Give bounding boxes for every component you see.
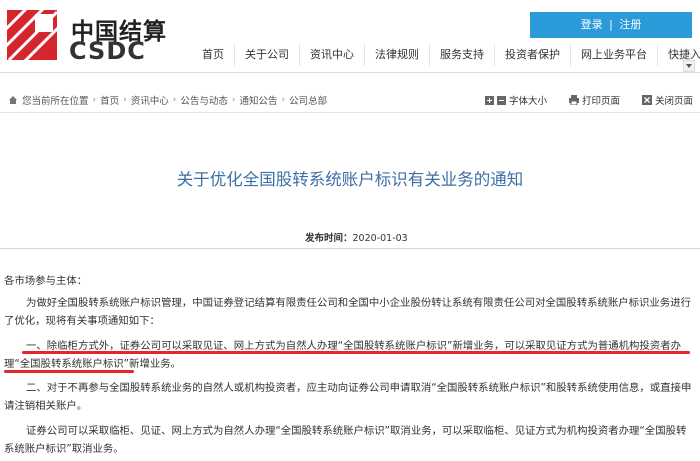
font-size-label[interactable]: 字体大小 bbox=[509, 93, 547, 107]
chevron-down-icon[interactable] bbox=[683, 60, 695, 72]
article-paragraph-item-2-detail: 证券公司可以采取临柜、见证、网上方式为自然人办理“全国股转系统账户标识”取消业务… bbox=[4, 425, 687, 455]
logo-english-text: CSDC bbox=[69, 37, 146, 65]
breadcrumb-separator: › bbox=[281, 95, 286, 105]
breadcrumb-prefix: 您当前所在位置 bbox=[22, 96, 89, 107]
article-paragraph-item-2: 二、对于不再参与全国股转系统业务的自然人或机构投资者，应主动向证券公司申请取消“… bbox=[4, 382, 692, 412]
breadcrumb: 您当前所在位置 › 首页 › 资讯中心 › 公告与动态 › 通知公告 › 公司总… bbox=[8, 93, 327, 107]
article-paragraph-intro: 为做好全国股转系统账户标识管理，中国证券登记结算有限责任公司和全国中小企业股份转… bbox=[4, 297, 691, 327]
article-paragraph-item-1: 一、除临柜方式外，证券公司可以采取见证、网上方式为自然人办理“全国股转系统账户标… bbox=[4, 340, 681, 370]
content-divider bbox=[0, 248, 700, 249]
breadcrumb-separator: › bbox=[172, 95, 177, 105]
zoom-in-icon[interactable] bbox=[485, 95, 494, 105]
zoom-out-icon[interactable] bbox=[497, 95, 506, 105]
print-label[interactable]: 打印页面 bbox=[582, 93, 620, 107]
home-icon bbox=[9, 96, 17, 104]
breadcrumb-bar: 您当前所在位置 › 首页 › 资讯中心 › 公告与动态 › 通知公告 › 公司总… bbox=[0, 88, 700, 114]
header-divider bbox=[0, 72, 700, 73]
login-separator: | bbox=[609, 18, 613, 31]
login-link[interactable]: 登录 bbox=[581, 18, 603, 31]
breadcrumb-item-headquarters[interactable]: 公司总部 bbox=[289, 93, 327, 107]
breadcrumb-item-announcements[interactable]: 公告与动态 bbox=[180, 93, 228, 107]
logo-mark-icon bbox=[7, 10, 57, 60]
nav-item-rules[interactable]: 法律规则 bbox=[365, 44, 430, 66]
publish-date-label: 发布时间： bbox=[305, 233, 353, 244]
nav-item-home[interactable]: 首页 bbox=[192, 44, 235, 66]
breadcrumb-item-home[interactable]: 首页 bbox=[100, 93, 119, 107]
close-icon bbox=[642, 95, 653, 105]
nav-item-investor-protection[interactable]: 投资者保护 bbox=[495, 44, 571, 66]
close-label[interactable]: 关闭页面 bbox=[655, 93, 693, 107]
breadcrumb-item-notices[interactable]: 通知公告 bbox=[240, 93, 278, 107]
article-title: 关于优化全国股转系统账户标识有关业务的通知 bbox=[176, 170, 524, 189]
nav-item-news[interactable]: 资讯中心 bbox=[300, 44, 365, 66]
breadcrumb-divider bbox=[0, 112, 700, 113]
page-tools: 字体大小 打印页面 关闭页面 bbox=[485, 93, 693, 107]
publish-date: 发布时间：2020-01-03 bbox=[305, 230, 408, 244]
nav-item-service[interactable]: 服务支持 bbox=[430, 44, 495, 66]
breadcrumb-item-news[interactable]: 资讯中心 bbox=[131, 93, 169, 107]
breadcrumb-separator: › bbox=[92, 95, 97, 105]
red-highlight-underline bbox=[22, 351, 690, 354]
nav-item-about[interactable]: 关于公司 bbox=[235, 44, 300, 66]
close-tool[interactable]: 关闭页面 bbox=[642, 93, 693, 107]
main-nav: 首页 关于公司 资讯中心 法律规则 服务支持 投资者保护 网上业务平台 快捷入口 bbox=[192, 44, 700, 66]
site-header: 中国结算 CSDC 登录 | 注册 首页 关于公司 资讯中心 法律规则 服务支持… bbox=[0, 0, 700, 72]
nav-item-online-platform[interactable]: 网上业务平台 bbox=[571, 44, 658, 66]
csdc-logo[interactable]: 中国结算 CSDC bbox=[7, 10, 166, 65]
breadcrumb-separator: › bbox=[231, 95, 236, 105]
breadcrumb-separator: › bbox=[123, 95, 127, 105]
print-icon bbox=[569, 95, 580, 105]
article-paragraph-salutation: 各市场参与主体： bbox=[4, 275, 88, 287]
publish-date-value: 2020-01-03 bbox=[352, 233, 408, 244]
login-register-box: 登录 | 注册 bbox=[530, 12, 692, 38]
font-size-tool[interactable]: 字体大小 bbox=[485, 93, 547, 107]
print-tool[interactable]: 打印页面 bbox=[569, 93, 620, 107]
register-link[interactable]: 注册 bbox=[619, 18, 641, 31]
red-highlight-underline bbox=[4, 370, 134, 373]
